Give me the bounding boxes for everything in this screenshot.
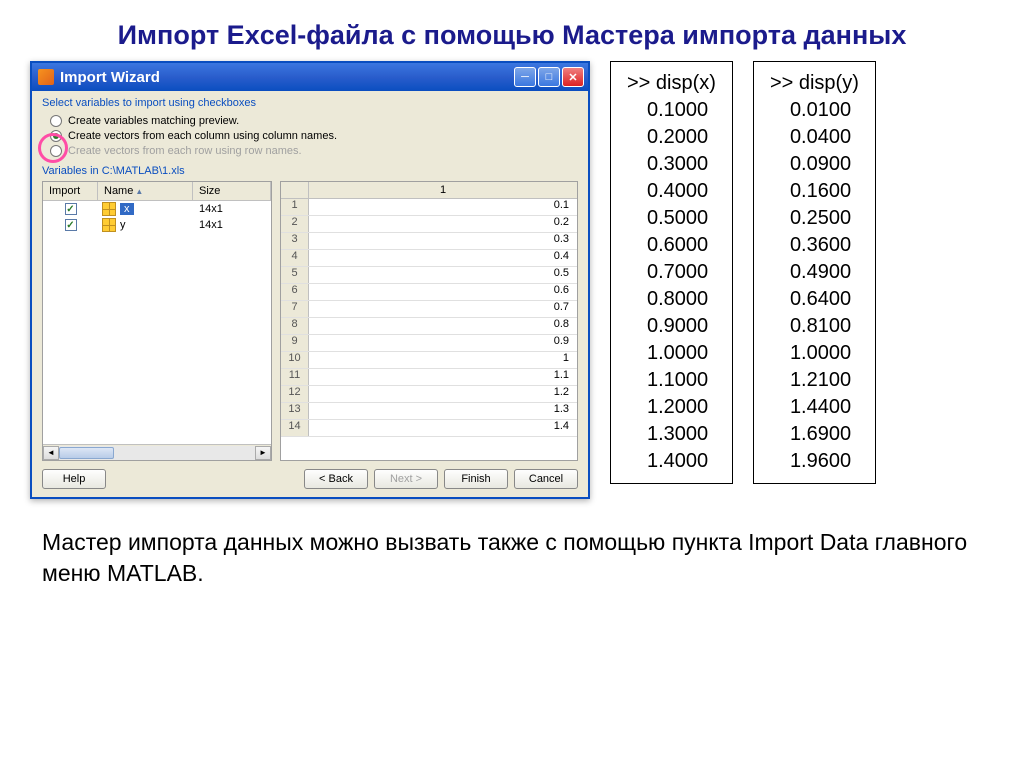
grid-row[interactable]: 141.4 <box>281 420 577 437</box>
col-header-size[interactable]: Size <box>193 182 271 200</box>
scroll-left-icon[interactable]: ◄ <box>43 446 59 460</box>
disp-value: 1.2100 <box>770 367 859 394</box>
variable-name: x <box>120 203 134 215</box>
page-title: Импорт Excel-файла с помощью Мастера имп… <box>0 0 1024 61</box>
radio-icon <box>50 145 62 157</box>
matlab-icon <box>38 69 54 85</box>
disp-value: 1.3000 <box>627 421 716 448</box>
disp-command: >> disp(x) <box>627 70 716 97</box>
disp-value: 0.4000 <box>627 178 716 205</box>
cancel-button[interactable]: Cancel <box>514 469 578 489</box>
grid-row[interactable]: 20.2 <box>281 216 577 233</box>
disp-value: 1.4000 <box>627 448 716 475</box>
grid-column-header[interactable]: 1 <box>309 182 577 198</box>
grid-row[interactable]: 60.6 <box>281 284 577 301</box>
array-icon <box>102 202 116 216</box>
checkbox-icon[interactable]: ✓ <box>65 219 77 231</box>
minimize-button[interactable]: ─ <box>514 67 536 87</box>
scroll-thumb[interactable] <box>59 447 114 459</box>
disp-value: 0.6400 <box>770 286 859 313</box>
disp-value: 0.8000 <box>627 286 716 313</box>
col-header-name[interactable]: Name ▲ <box>98 182 193 200</box>
variable-size: 14x1 <box>193 203 271 215</box>
variable-row[interactable]: ✓ x 14x1 <box>43 201 271 217</box>
sort-asc-icon: ▲ <box>135 187 143 196</box>
footer-note: Мастер импорта данных можно вызвать такж… <box>0 499 1024 589</box>
grid-row[interactable]: 80.8 <box>281 318 577 335</box>
radio-columns[interactable]: Create vectors from each column using co… <box>50 130 578 142</box>
back-button[interactable]: < Back <box>304 469 368 489</box>
disp-value: 1.0000 <box>627 340 716 367</box>
disp-value: 0.8100 <box>770 313 859 340</box>
disp-x-output: >> disp(x) 0.1000 0.2000 0.3000 0.4000 0… <box>610 61 733 484</box>
variable-name: y <box>120 219 126 231</box>
disp-command: >> disp(y) <box>770 70 859 97</box>
disp-value: 1.6900 <box>770 421 859 448</box>
grid-row[interactable]: 90.9 <box>281 335 577 352</box>
disp-value: 0.6000 <box>627 232 716 259</box>
grid-row[interactable]: 131.3 <box>281 403 577 420</box>
disp-value: 0.0100 <box>770 97 859 124</box>
finish-button[interactable]: Finish <box>444 469 508 489</box>
file-path-label: Variables in C:\MATLAB\1.xls <box>42 165 578 177</box>
close-button[interactable]: ✕ <box>562 67 584 87</box>
disp-value: 0.4900 <box>770 259 859 286</box>
import-wizard-window: Import Wizard ─ □ ✕ Select variables to … <box>30 61 590 499</box>
titlebar[interactable]: Import Wizard ─ □ ✕ <box>32 63 588 91</box>
variable-row[interactable]: ✓ y 14x1 <box>43 217 271 233</box>
radio-label: Create vectors from each row using row n… <box>68 145 302 157</box>
disp-value: 1.4400 <box>770 394 859 421</box>
array-icon <box>102 218 116 232</box>
radio-icon <box>50 130 62 142</box>
disp-value: 1.0000 <box>770 340 859 367</box>
col-header-name-label: Name <box>104 185 133 197</box>
variables-list: Import Name ▲ Size ✓ x 14x1 <box>42 181 272 461</box>
disp-value: 0.2500 <box>770 205 859 232</box>
disp-value: 0.1000 <box>627 97 716 124</box>
disp-value: 0.3000 <box>627 151 716 178</box>
window-title: Import Wizard <box>60 69 160 86</box>
radio-label: Create variables matching preview. <box>68 115 239 127</box>
grid-row[interactable]: 121.2 <box>281 386 577 403</box>
help-button[interactable]: Help <box>42 469 106 489</box>
disp-value: 0.0400 <box>770 124 859 151</box>
disp-value: 1.2000 <box>627 394 716 421</box>
data-preview-grid: 1 10.1 20.2 30.3 40.4 50.5 60.6 70.7 80.… <box>280 181 578 461</box>
col-header-import[interactable]: Import <box>43 182 98 200</box>
disp-value: 0.5000 <box>627 205 716 232</box>
disp-y-output: >> disp(y) 0.0100 0.0400 0.0900 0.1600 0… <box>753 61 876 484</box>
grid-row[interactable]: 40.4 <box>281 250 577 267</box>
checkbox-icon[interactable]: ✓ <box>65 203 77 215</box>
disp-value: 0.9000 <box>627 313 716 340</box>
disp-value: 1.1000 <box>627 367 716 394</box>
grid-row[interactable]: 111.1 <box>281 369 577 386</box>
grid-row[interactable]: 50.5 <box>281 267 577 284</box>
disp-value: 0.2000 <box>627 124 716 151</box>
disp-value: 1.9600 <box>770 448 859 475</box>
disp-value: 0.0900 <box>770 151 859 178</box>
grid-row[interactable]: 10.1 <box>281 199 577 216</box>
scroll-right-icon[interactable]: ► <box>255 446 271 460</box>
radio-rows: Create vectors from each row using row n… <box>50 145 578 157</box>
variable-size: 14x1 <box>193 219 271 231</box>
instruction-text: Select variables to import using checkbo… <box>42 97 578 109</box>
horizontal-scrollbar[interactable]: ◄ ► <box>43 444 271 460</box>
next-button: Next > <box>374 469 438 489</box>
disp-value: 0.7000 <box>627 259 716 286</box>
grid-row[interactable]: 101 <box>281 352 577 369</box>
radio-icon <box>50 115 62 127</box>
radio-label: Create vectors from each column using co… <box>68 130 337 142</box>
grid-row[interactable]: 30.3 <box>281 233 577 250</box>
disp-value: 0.3600 <box>770 232 859 259</box>
maximize-button[interactable]: □ <box>538 67 560 87</box>
disp-value: 0.1600 <box>770 178 859 205</box>
radio-matching-preview[interactable]: Create variables matching preview. <box>50 115 578 127</box>
grid-row[interactable]: 70.7 <box>281 301 577 318</box>
